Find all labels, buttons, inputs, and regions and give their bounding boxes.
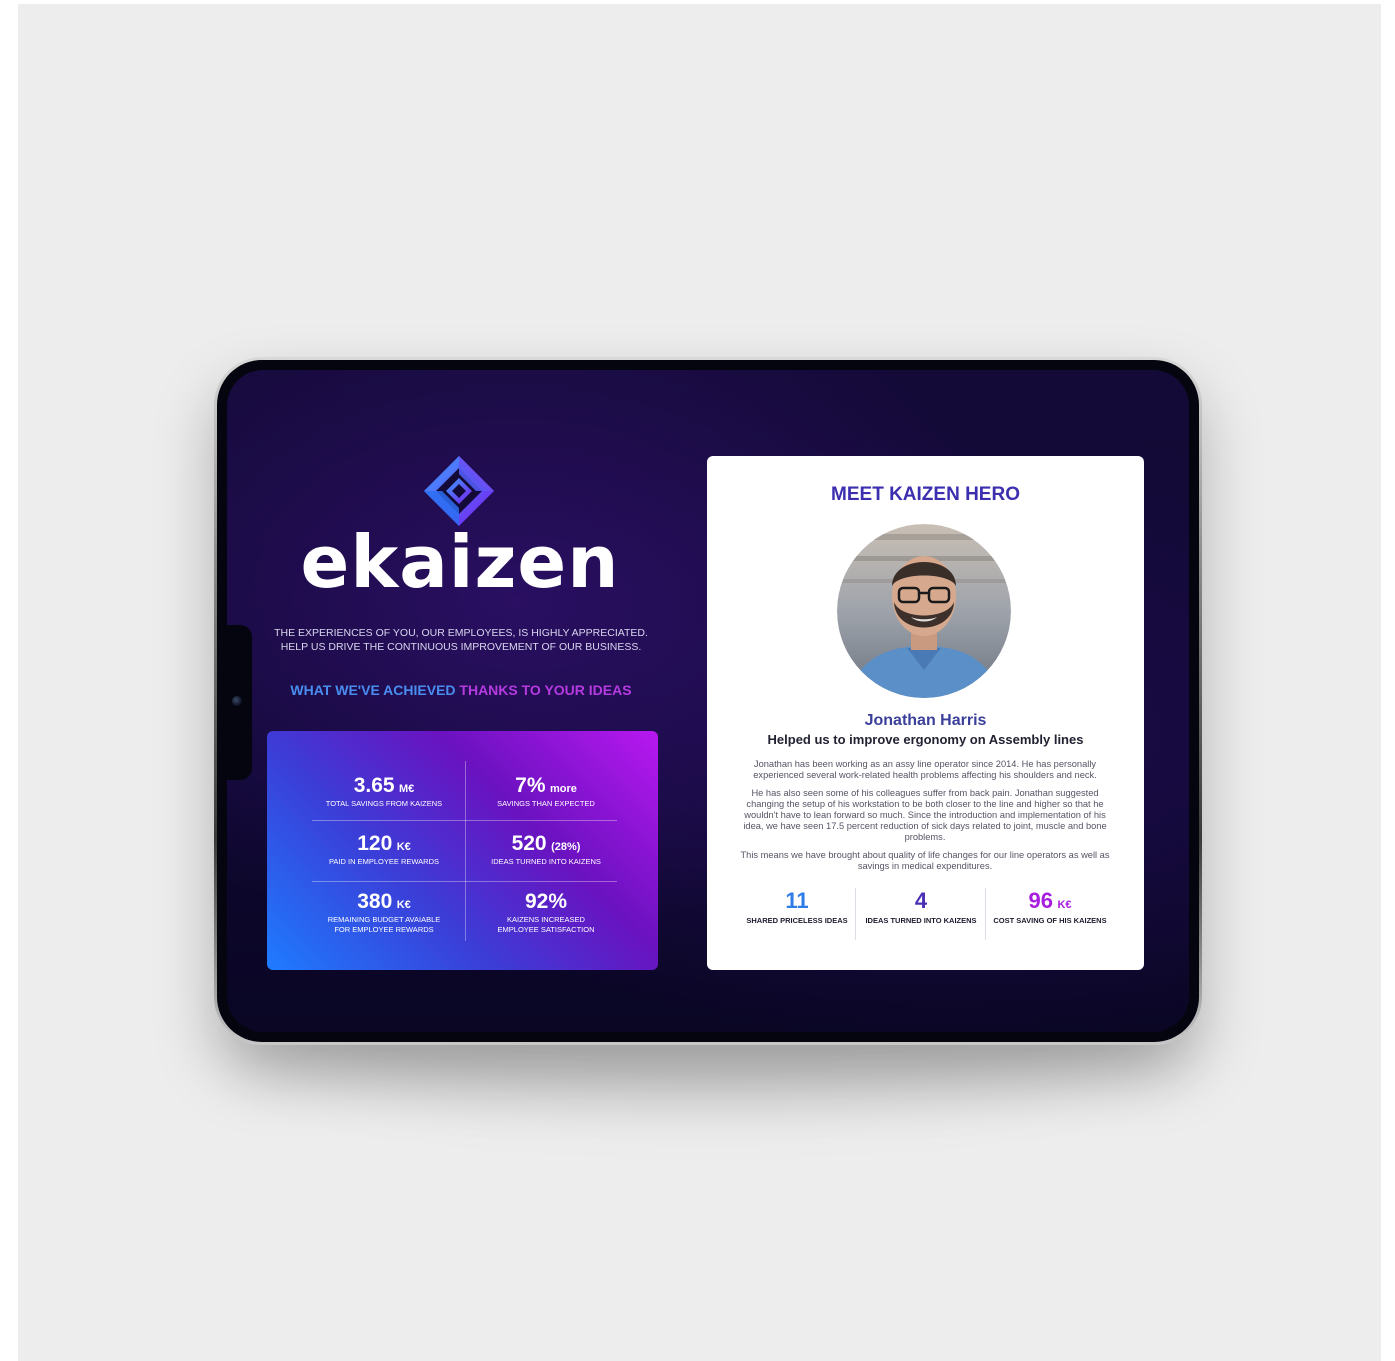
stat-label: TOTAL SAVINGS FROM KAIZENS (325, 799, 443, 808)
stat-label-line-2: FOR EMPLOYEE REWARDS (334, 925, 434, 934)
stat-unit: (28%) (551, 841, 581, 853)
stat-employee-satisfaction: 92% KAIZENS INCREASED EMPLOYEE SATISFACT… (466, 890, 626, 934)
hero-avatar (837, 524, 1011, 698)
hero-stats: 11 SHARED PRICELESS IDEAS 4 IDEAS TURNED… (732, 888, 1122, 940)
stat-value: 120 (357, 832, 393, 855)
hero-stat-value: 96 (1028, 888, 1053, 913)
stat-label-line-1: KAIZENS INCREASED (507, 915, 585, 924)
stat-employee-rewards: 120 K€ PAID IN EMPLOYEE REWARDS (304, 832, 464, 866)
hero-stat-value: 11 (785, 888, 809, 913)
tagline: THE EXPERIENCES OF YOU, OUR EMPLOYEES, I… (270, 626, 652, 654)
stats-divider-row2 (312, 881, 617, 882)
stat-value: 520 (511, 832, 547, 855)
hero-paragraph-1: Jonathan has been working as an assy lin… (753, 759, 1097, 780)
stat-total-savings: 3.65 M€ TOTAL SAVINGS FROM KAIZENS (304, 774, 464, 808)
stat-label: IDEAS TURNED INTO KAIZENS (491, 857, 601, 866)
camera-icon (232, 696, 242, 706)
hero-name: Jonathan Harris (864, 712, 987, 729)
achievements-heading: WHAT WE'VE ACHIEVED THANKS TO YOUR IDEAS (262, 682, 660, 698)
stat-unit: K€ (396, 899, 411, 911)
hero-stat-label: SHARED PRICELESS IDEAS (746, 916, 848, 925)
hero-stat-shared-ideas: 11 SHARED PRICELESS IDEAS (732, 888, 862, 925)
stat-label-line-2: EMPLOYEE SATISFACTION (497, 925, 595, 934)
hero-description: Jonathan has been working as an assy lin… (735, 759, 1115, 879)
stats-divider-row1 (312, 820, 617, 821)
stat-value: 92% (524, 890, 568, 913)
hero-stat-unit: K€ (1057, 899, 1072, 911)
stat-ideas-to-kaizens: 520 (28%) IDEAS TURNED INTO KAIZENS (466, 832, 626, 866)
stat-value: 380 (357, 890, 393, 913)
tagline-line-2: HELP US DRIVE THE CONTINUOUS IMPROVEMENT… (280, 641, 642, 653)
stat-label-line-1: REMAINING BUDGET AVAIABLE (327, 915, 441, 924)
achievements-heading-part2: THANKS TO YOUR IDEAS (459, 682, 632, 698)
hero-stat-ideas-to-kaizens: 4 IDEAS TURNED INTO KAIZENS (856, 888, 986, 925)
stat-remaining-budget: 380 K€ REMAINING BUDGET AVAIABLE FOR EMP… (304, 890, 464, 934)
brand-name: ekaizen (300, 520, 620, 604)
stat-label: SAVINGS THAN EXPECTED (497, 799, 595, 808)
hero-stat-label: COST SAVING OF HIS KAIZENS (993, 916, 1107, 925)
stat-label: PAID IN EMPLOYEE REWARDS (328, 857, 440, 866)
hero-stat-value: 4 (914, 888, 928, 913)
hero-card-title: MEET KAIZEN HERO (831, 484, 1020, 505)
stat-value: 3.65 (353, 774, 395, 797)
kaizen-hero-card: MEET KAIZEN HERO Jonathan Harris Helped … (707, 456, 1144, 970)
tagline-line-1: THE EXPERIENCES OF YOU, OUR EMPLOYEES, I… (274, 627, 648, 639)
stat-savings-vs-expected: 7% more SAVINGS THAN EXPECTED (466, 774, 626, 808)
hero-paragraph-3: This means we have brought about quality… (740, 850, 1110, 871)
achievements-heading-part1: WHAT WE'VE ACHIEVED (290, 682, 460, 698)
hero-subtitle: Helped us to improve ergonomy on Assembl… (767, 732, 1084, 747)
stat-unit: M€ (399, 783, 415, 795)
hero-paragraph-2: He has also seen some of his colleagues … (743, 788, 1107, 842)
stat-value: 7% (515, 774, 546, 797)
company-stats-panel: 3.65 M€ TOTAL SAVINGS FROM KAIZENS 7% mo… (267, 731, 658, 970)
ekaizen-logo-icon (424, 456, 494, 526)
hero-stat-cost-saving: 96 K€ COST SAVING OF HIS KAIZENS (985, 888, 1115, 925)
hero-stat-label: IDEAS TURNED INTO KAIZENS (865, 916, 977, 925)
stat-unit: more (549, 783, 577, 795)
stat-unit: K€ (396, 841, 411, 853)
